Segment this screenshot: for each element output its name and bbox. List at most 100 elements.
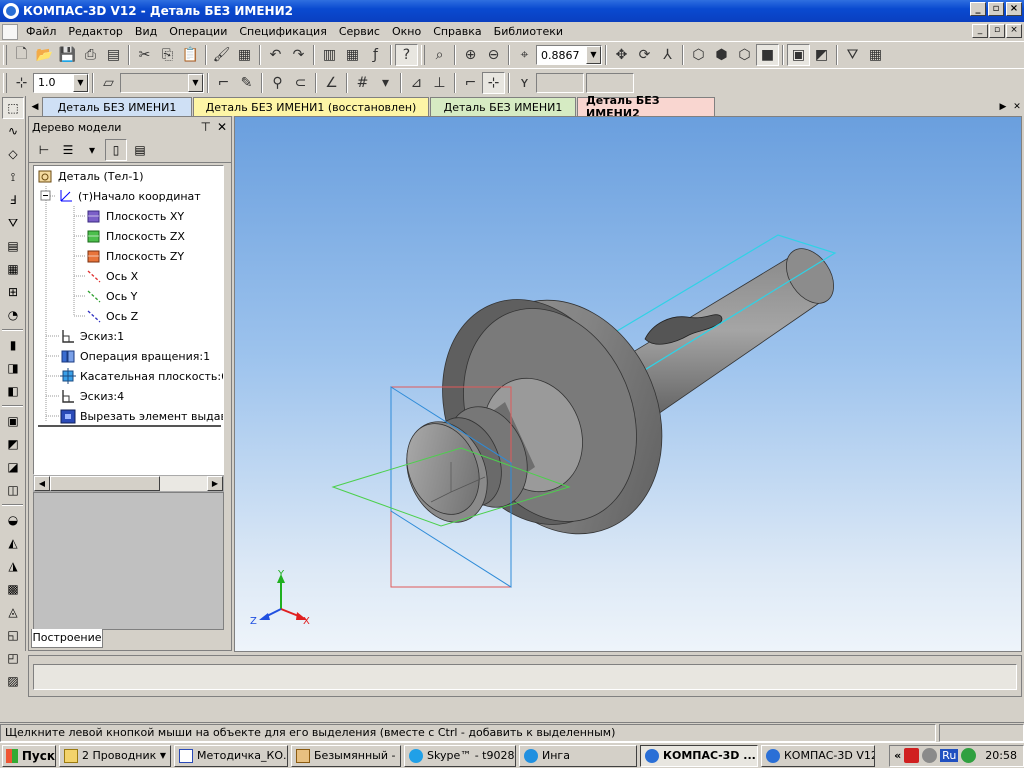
toolbar-grip[interactable] [3, 72, 7, 93]
filter-icon[interactable]: ⛛ [841, 44, 864, 66]
task-skype[interactable]: Skype™ - t9028... [404, 744, 516, 767]
sheet-metal-icon[interactable]: ◔ [2, 304, 24, 326]
undo-icon[interactable]: ↶ [264, 44, 287, 66]
tree-item-plane-zx[interactable]: Плоскость ZX [34, 226, 223, 246]
tab-close-icon[interactable]: ✕ [1010, 98, 1024, 116]
zoom-scale-select[interactable]: 0.8867 ▼ [536, 45, 602, 65]
xy-coords-icon[interactable]: ʏ [513, 72, 536, 94]
select-tool-icon[interactable]: ⬚ [2, 97, 24, 119]
properties-field[interactable] [33, 664, 1017, 690]
help-pointer-icon[interactable]: ? [395, 44, 418, 66]
doc-close-button[interactable]: × [1006, 24, 1022, 38]
tab-scroll-right-icon[interactable]: ▶ [996, 98, 1010, 116]
angle-icon[interactable]: ∠ [320, 72, 343, 94]
curves-tool-icon[interactable]: ∿ [2, 120, 24, 142]
task-kompas-active[interactable]: КОМПАС-3D ... [640, 744, 758, 767]
shell-icon[interactable]: ▩ [2, 578, 24, 600]
antivirus-icon[interactable] [904, 748, 920, 763]
orientation-icon[interactable]: ⅄ [656, 44, 679, 66]
pin-icon[interactable]: ⊤ [200, 120, 210, 134]
fillet-icon[interactable]: ◒ [2, 509, 24, 531]
aux-geometry-icon[interactable]: Ⅎ [2, 189, 24, 211]
cut-revolve-icon[interactable]: ◩ [2, 433, 24, 455]
tree-item-origin[interactable]: (т)Начало координат [34, 186, 223, 206]
tree-item-plane-xy[interactable]: Плоскость XY [34, 206, 223, 226]
chamfer-icon[interactable]: ◭ [2, 532, 24, 554]
open-folder-icon[interactable]: 📂 [33, 44, 56, 66]
chevron-down-icon[interactable]: ▾ [374, 72, 397, 94]
preview-icon[interactable]: ▤ [102, 44, 125, 66]
pan-icon[interactable]: ✥ [610, 44, 633, 66]
ortho-mode-icon[interactable]: ⌐ [459, 72, 482, 94]
rotate-icon[interactable]: ⟳ [633, 44, 656, 66]
connection-icon[interactable] [961, 748, 977, 763]
tree-item-plane-zy[interactable]: Плоскость ZY [34, 246, 223, 266]
document-icon[interactable] [2, 23, 18, 40]
y-coordinate-field[interactable] [586, 72, 634, 93]
cut-loft-icon[interactable]: ◫ [2, 479, 24, 501]
step-select[interactable]: 1.0 ▼ [33, 72, 89, 93]
task-word-doc[interactable]: Методичка_КО... [174, 744, 288, 767]
maximize-button[interactable]: ▫ [988, 2, 1004, 16]
layer-icon[interactable]: ▱ [97, 72, 120, 94]
tree-item-tangent-plane-6[interactable]: Касательная плоскость:6 [34, 366, 223, 386]
network-icon[interactable] [922, 748, 938, 763]
properties-icon[interactable]: ▦ [233, 44, 256, 66]
menu-service[interactable]: Сервис [333, 25, 386, 38]
model-viewport[interactable]: Y X Z [234, 116, 1022, 652]
thin-hidden-icon[interactable]: ⬡ [733, 44, 756, 66]
function-icon[interactable]: ƒ [364, 44, 387, 66]
tree-item-axis-x[interactable]: Ось X [34, 266, 223, 286]
chevron-down-icon[interactable]: ▾ [81, 139, 103, 161]
perspective-icon[interactable]: ◩ [810, 44, 833, 66]
x-coordinate-field[interactable] [536, 72, 584, 93]
scroll-thumb[interactable] [50, 476, 160, 491]
grid-icon[interactable]: ▦ [864, 44, 887, 66]
hidden-lines-icon[interactable]: ⬢ [710, 44, 733, 66]
revolve-icon[interactable]: ◨ [2, 357, 24, 379]
tab-document-1[interactable]: Деталь БЕЗ ИМЕНИ1 [42, 97, 192, 116]
cursor-coords-icon[interactable]: ⊹ [482, 71, 505, 94]
incline-icon[interactable]: ◬ [2, 601, 24, 623]
variables-icon[interactable]: ▦ [341, 44, 364, 66]
chevron-down-icon[interactable]: ▼ [586, 46, 601, 64]
menu-help[interactable]: Справка [427, 25, 487, 38]
menu-libraries[interactable]: Библиотеки [488, 25, 569, 38]
surfaces-tool-icon[interactable]: ◇ [2, 143, 24, 165]
menu-window[interactable]: Окно [386, 25, 427, 38]
toolbar-grip[interactable] [421, 45, 425, 65]
tab-document-1-restored[interactable]: Деталь БЕЗ ИМЕНИ1 (восстановлен) [193, 97, 429, 116]
cut-icon[interactable]: ✂ [133, 44, 156, 66]
copy-icon[interactable]: ⎘ [156, 44, 179, 66]
tab-build[interactable]: Построение [31, 629, 103, 648]
new-file-icon[interactable]: 🗋 [10, 44, 33, 66]
local-cs-icon[interactable]: ⊿ [405, 72, 428, 94]
menu-file[interactable]: Файл [20, 25, 62, 38]
close-icon[interactable]: ✕ [217, 120, 227, 134]
orthogonal-icon[interactable]: ⊥ [428, 72, 451, 94]
zoom-window-icon[interactable]: ⌕ [428, 44, 451, 66]
magnet-icon[interactable]: ⊂ [289, 72, 312, 94]
save-icon[interactable]: 💾 [56, 44, 79, 66]
spec-tool-icon[interactable]: ▤ [2, 235, 24, 257]
extrude-icon[interactable]: ▮ [2, 334, 24, 356]
cut-sweep-icon[interactable]: ◪ [2, 456, 24, 478]
shaded-edges-icon[interactable]: ▣ [787, 44, 810, 66]
sketch-icon[interactable]: ⌐ [212, 72, 235, 94]
paste-icon[interactable]: 📋 [179, 44, 202, 66]
menu-editor[interactable]: Редактор [62, 25, 129, 38]
tree-structure-icon[interactable]: ⊢ [33, 139, 55, 161]
task-explorer[interactable]: 2 Проводник ▼ [59, 744, 171, 767]
print-icon[interactable]: ⎙ [79, 44, 102, 66]
tree-item-sketch-4[interactable]: Эскиз:4 [34, 386, 223, 406]
cursor-step-icon[interactable]: ⊹ [10, 72, 33, 94]
tree-item-part[interactable]: Деталь (Тел-1) [34, 166, 223, 186]
layer-select[interactable]: ▼ [120, 72, 204, 93]
menu-specification[interactable]: Спецификация [233, 25, 332, 38]
start-button[interactable]: Пуск [2, 744, 56, 767]
tab-document-1-copy[interactable]: Деталь БЕЗ ИМЕНИ1 [430, 97, 576, 116]
scroll-right-icon[interactable]: ▶ [207, 476, 223, 491]
spatial-curves-icon[interactable]: ⟟ [2, 166, 24, 188]
chevron-down-icon[interactable]: ▼ [73, 73, 88, 92]
tree-sort-icon[interactable]: ☰ [57, 139, 79, 161]
